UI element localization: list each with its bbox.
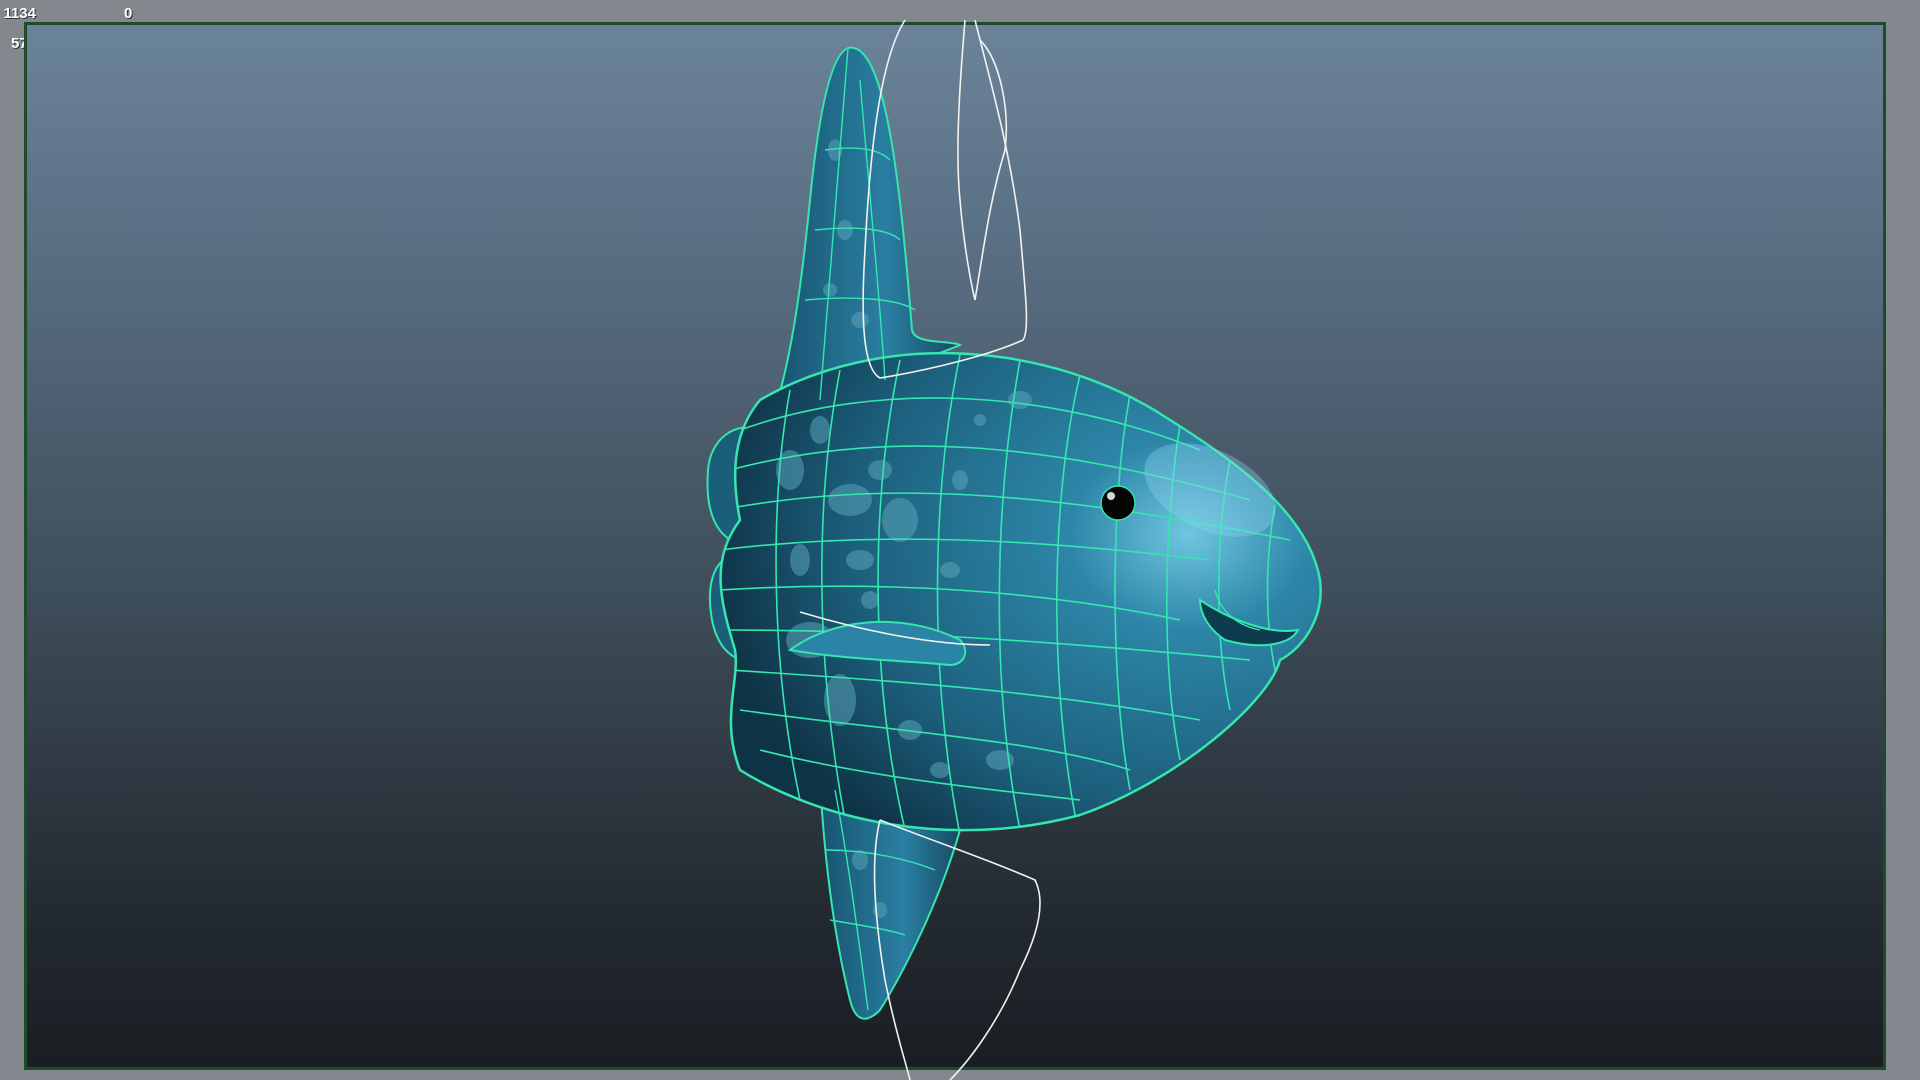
hud-second-1: 0	[124, 5, 133, 22]
maya-viewport-window: 1134 0 574 0	[0, 0, 1920, 1080]
3d-viewport[interactable]	[24, 22, 1886, 1070]
hud-row-1: 1134 0	[0, 3, 160, 23]
hud-value-1: 1134	[3, 5, 36, 22]
